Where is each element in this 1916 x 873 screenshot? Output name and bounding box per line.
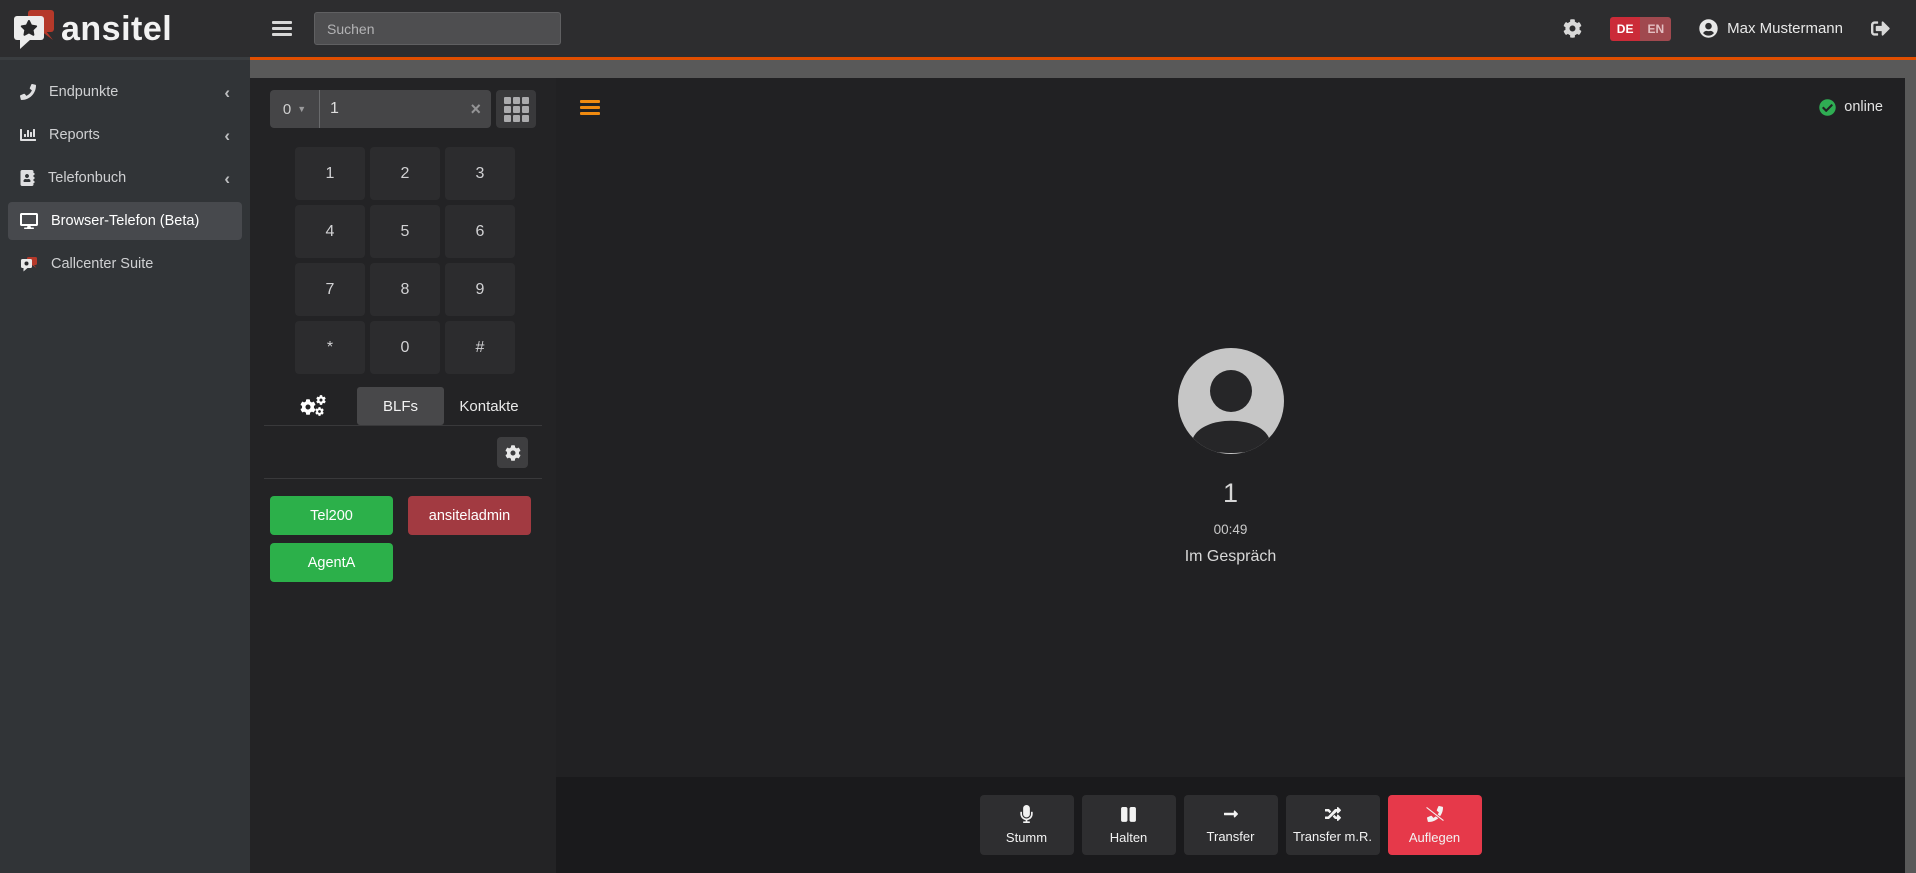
number-input[interactable] bbox=[320, 100, 471, 118]
lang-en-button[interactable]: EN bbox=[1640, 16, 1672, 41]
status-label: online bbox=[1844, 99, 1883, 115]
blf-tabs-row: BLFs Kontakte bbox=[250, 387, 556, 425]
language-switch: DE EN bbox=[1609, 16, 1672, 41]
sidebar: Endpunkte ‹ Reports ‹ Telefonbuch ‹ Brow… bbox=[0, 60, 250, 873]
gear-icon bbox=[505, 444, 520, 461]
person-icon bbox=[1192, 369, 1269, 453]
microphone-icon bbox=[1020, 805, 1033, 823]
ansitel-logo-icon bbox=[14, 9, 54, 49]
blf-settings-button[interactable] bbox=[497, 437, 528, 468]
prefix-value: 0 bbox=[282, 100, 292, 118]
content-area: 0 ▼ × 1 2 3 4 5 6 7 bbox=[250, 60, 1916, 873]
call-state: Im Gespräch bbox=[1184, 547, 1277, 565]
attended-transfer-button[interactable]: Transfer m.R. bbox=[1285, 795, 1380, 855]
logo-text: ansitel bbox=[61, 9, 173, 48]
transfer-button[interactable]: Transfer bbox=[1183, 795, 1278, 855]
dialpad-key-1[interactable]: 1 bbox=[295, 147, 365, 200]
blf-button-tel200[interactable]: Tel200 bbox=[270, 496, 393, 535]
desktop-icon bbox=[20, 213, 38, 229]
sidebar-item-browser-telefon[interactable]: Browser-Telefon (Beta) bbox=[8, 202, 242, 240]
number-input-group: 0 ▼ × bbox=[270, 90, 491, 128]
sidebar-item-label: Callcenter Suite bbox=[51, 256, 154, 272]
phone-slash-icon bbox=[1425, 805, 1444, 822]
dialpad-key-hash[interactable]: # bbox=[445, 321, 515, 374]
sidebar-item-endpunkte[interactable]: Endpunkte ‹ bbox=[8, 73, 242, 111]
dialpad-key-7[interactable]: 7 bbox=[295, 263, 365, 316]
dialpad-key-4[interactable]: 4 bbox=[295, 205, 365, 258]
control-label: Halten bbox=[1109, 829, 1148, 845]
clear-number-icon[interactable]: × bbox=[470, 100, 491, 118]
control-label: Stumm bbox=[1005, 830, 1048, 845]
lang-de-button[interactable]: DE bbox=[1609, 16, 1641, 41]
tab-blfs[interactable]: BLFs bbox=[357, 387, 444, 425]
dialpad-key-0[interactable]: 0 bbox=[370, 321, 440, 374]
menu-icon bbox=[272, 21, 292, 24]
dialpad-key-6[interactable]: 6 bbox=[445, 205, 515, 258]
app-logo[interactable]: ansitel bbox=[0, 8, 250, 50]
chevron-left-icon: ‹ bbox=[224, 168, 230, 188]
address-book-icon bbox=[20, 170, 35, 186]
sidebar-item-label: Endpunkte bbox=[49, 84, 119, 100]
chevron-left-icon: ‹ bbox=[224, 82, 230, 102]
sidebar-item-label: Browser-Telefon (Beta) bbox=[51, 213, 200, 229]
sidebar-item-label: Telefonbuch bbox=[48, 170, 127, 186]
hangup-button[interactable]: Auflegen bbox=[1387, 795, 1482, 855]
dialer-panel: 0 ▼ × 1 2 3 4 5 6 7 bbox=[250, 78, 556, 873]
call-controls: Stumm Halten Transfer Transfer m.R. Aufl… bbox=[556, 777, 1905, 873]
user-circle-icon bbox=[1699, 19, 1718, 38]
arrow-right-icon bbox=[1223, 810, 1238, 818]
menu-icon bbox=[580, 99, 600, 103]
sidebar-item-reports[interactable]: Reports ‹ bbox=[8, 116, 242, 154]
connection-status: online bbox=[1819, 98, 1883, 116]
sidebar-item-telefonbuch[interactable]: Telefonbuch ‹ bbox=[8, 159, 242, 197]
dialpad-key-5[interactable]: 5 bbox=[370, 205, 440, 258]
mute-button[interactable]: Stumm bbox=[979, 795, 1074, 855]
dialpad-grid-icon bbox=[503, 96, 529, 122]
call-panel: online 1 00:49 Im Gespräch Stumm Halten … bbox=[556, 78, 1905, 873]
dialpad-key-2[interactable]: 2 bbox=[370, 147, 440, 200]
control-label: Transfer bbox=[1206, 829, 1255, 844]
dialpad-key-star[interactable]: * bbox=[295, 321, 365, 374]
topbar-right: DE EN Max Mustermann bbox=[1563, 16, 1916, 41]
chart-bar-icon bbox=[20, 129, 36, 141]
callcenter-logo-icon bbox=[21, 257, 37, 272]
check-circle-icon bbox=[1819, 98, 1837, 116]
dialpad-toggle-button[interactable] bbox=[496, 90, 536, 128]
search-input[interactable] bbox=[314, 12, 561, 45]
pause-icon bbox=[1121, 806, 1136, 822]
dialpad-key-8[interactable]: 8 bbox=[370, 263, 440, 316]
divider bbox=[264, 478, 542, 479]
user-menu[interactable]: Max Mustermann bbox=[1699, 19, 1843, 38]
cogs-icon[interactable] bbox=[300, 395, 328, 417]
sidebar-toggle-button[interactable] bbox=[272, 18, 292, 39]
hold-button[interactable]: Halten bbox=[1081, 795, 1176, 855]
user-name: Max Mustermann bbox=[1727, 20, 1843, 37]
sign-out-icon bbox=[1871, 21, 1890, 36]
settings-gear-icon[interactable] bbox=[1563, 19, 1582, 38]
shuffle-icon bbox=[1324, 807, 1341, 821]
sidebar-item-callcenter-suite[interactable]: Callcenter Suite bbox=[8, 245, 242, 283]
blf-button-ansiteladmin[interactable]: ansiteladmin bbox=[408, 496, 531, 535]
topbar: ansitel DE EN Max Mustermann bbox=[0, 0, 1916, 57]
dialpad-key-9[interactable]: 9 bbox=[445, 263, 515, 316]
blf-list: Tel200 ansiteladmin AgentA bbox=[270, 496, 536, 582]
call-header: online bbox=[556, 78, 1905, 136]
caret-down-icon: ▼ bbox=[297, 104, 307, 114]
dialpad: 1 2 3 4 5 6 7 8 9 * 0 # bbox=[295, 147, 556, 374]
control-label: Transfer m.R. bbox=[1293, 829, 1372, 844]
blf-button-agenta[interactable]: AgentA bbox=[270, 543, 393, 582]
call-duration: 00:49 bbox=[1213, 521, 1248, 537]
sidebar-item-label: Reports bbox=[49, 127, 100, 143]
control-label: Auflegen bbox=[1408, 830, 1461, 845]
call-menu-button[interactable] bbox=[580, 97, 600, 118]
prefix-select[interactable]: 0 ▼ bbox=[270, 90, 320, 128]
phone-icon bbox=[20, 84, 36, 100]
dialpad-key-3[interactable]: 3 bbox=[445, 147, 515, 200]
tab-kontakte[interactable]: Kontakte bbox=[444, 387, 534, 425]
call-body: 1 00:49 Im Gespräch bbox=[556, 136, 1905, 777]
caller-id: 1 bbox=[1222, 477, 1239, 508]
logout-button[interactable] bbox=[1871, 19, 1890, 38]
chevron-left-icon: ‹ bbox=[224, 125, 230, 145]
avatar bbox=[1177, 347, 1284, 454]
